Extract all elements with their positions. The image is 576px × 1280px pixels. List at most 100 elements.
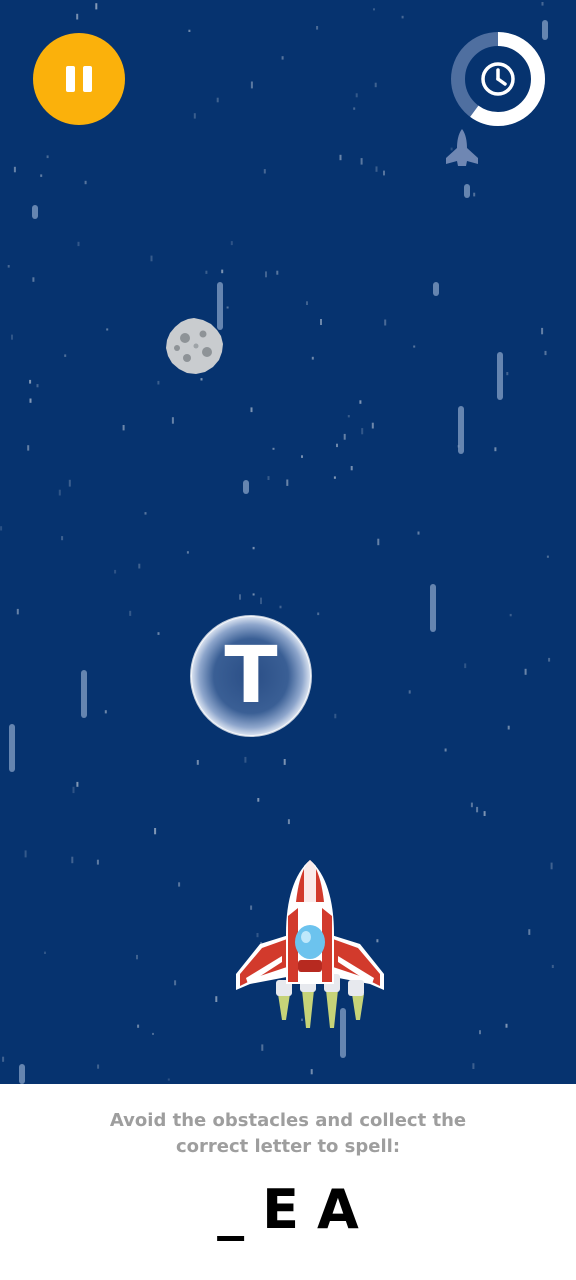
speed-streak <box>497 352 503 400</box>
star <box>114 569 117 574</box>
star <box>252 593 255 596</box>
star <box>29 379 32 384</box>
speed-streak <box>464 184 470 198</box>
star <box>336 443 338 448</box>
star <box>408 690 411 694</box>
game-area[interactable]: T <box>0 0 576 1084</box>
speed-streak <box>81 670 87 718</box>
star <box>550 862 553 870</box>
star <box>316 26 319 30</box>
bubble-letter: T <box>224 631 278 721</box>
star <box>157 380 160 385</box>
star <box>506 372 509 376</box>
star <box>546 555 549 558</box>
star <box>343 433 346 440</box>
instruction-text: Avoid the obstacles and collect the corr… <box>109 1110 467 1157</box>
star <box>7 265 10 268</box>
star <box>216 97 219 103</box>
star <box>353 107 356 110</box>
star <box>129 610 132 616</box>
star <box>215 996 218 1002</box>
star <box>383 170 385 176</box>
star <box>257 798 260 802</box>
star <box>472 1063 475 1069</box>
target-word: _ E A <box>0 1180 576 1240</box>
star <box>58 489 61 496</box>
star <box>361 428 364 435</box>
speed-streak <box>19 1064 25 1084</box>
star <box>417 531 420 535</box>
star <box>374 82 377 88</box>
star <box>84 180 87 185</box>
star <box>507 725 510 730</box>
star <box>444 748 447 752</box>
star <box>152 1032 154 1035</box>
star <box>196 760 199 765</box>
star <box>355 93 358 98</box>
star <box>286 479 289 486</box>
asteroid-obstacle <box>166 318 223 374</box>
star <box>2 1056 5 1062</box>
star <box>96 859 99 865</box>
star <box>276 270 279 275</box>
star <box>541 327 544 335</box>
star <box>244 756 247 763</box>
clock-icon <box>481 62 515 96</box>
star <box>205 270 208 274</box>
star <box>138 563 141 569</box>
star <box>350 466 353 471</box>
progress-ship-icon <box>446 129 478 166</box>
star <box>32 277 35 282</box>
star <box>479 1030 481 1035</box>
star <box>317 612 320 616</box>
timer-indicator <box>451 32 545 126</box>
star <box>167 1078 170 1081</box>
star <box>505 1023 508 1028</box>
star <box>287 819 290 825</box>
pause-button[interactable] <box>33 33 125 125</box>
star <box>360 158 363 165</box>
star <box>174 980 177 986</box>
star <box>281 56 284 60</box>
star <box>476 806 479 813</box>
word-letter: E <box>262 1178 300 1241</box>
star <box>239 594 241 600</box>
star <box>157 632 160 635</box>
speed-streak <box>433 282 439 296</box>
star <box>200 378 203 381</box>
star <box>0 526 3 531</box>
star <box>375 166 378 172</box>
star <box>144 512 147 515</box>
star <box>541 2 544 6</box>
star <box>464 663 467 669</box>
star <box>137 1024 140 1028</box>
pause-icon <box>62 66 96 92</box>
star <box>373 8 375 11</box>
star <box>483 811 486 816</box>
star <box>221 269 224 274</box>
star <box>122 425 125 431</box>
star <box>61 536 64 541</box>
star <box>260 597 262 605</box>
star <box>272 447 275 450</box>
star <box>24 850 27 858</box>
star <box>261 1044 264 1051</box>
speed-streak <box>32 205 38 219</box>
star <box>136 954 138 960</box>
instruction-panel: Avoid the obstacles and collect the corr… <box>0 1084 576 1280</box>
star <box>413 345 416 348</box>
star <box>44 951 46 954</box>
star <box>250 81 253 89</box>
word-blank: _ <box>217 1178 245 1241</box>
player-spaceship[interactable] <box>230 856 390 1036</box>
speed-streak <box>243 480 249 494</box>
star <box>186 551 189 554</box>
star <box>384 319 387 326</box>
star <box>279 605 282 609</box>
star <box>29 398 32 403</box>
star <box>76 13 79 20</box>
speed-streak <box>430 584 436 632</box>
star <box>265 271 267 278</box>
star <box>36 384 39 388</box>
star <box>64 354 67 357</box>
